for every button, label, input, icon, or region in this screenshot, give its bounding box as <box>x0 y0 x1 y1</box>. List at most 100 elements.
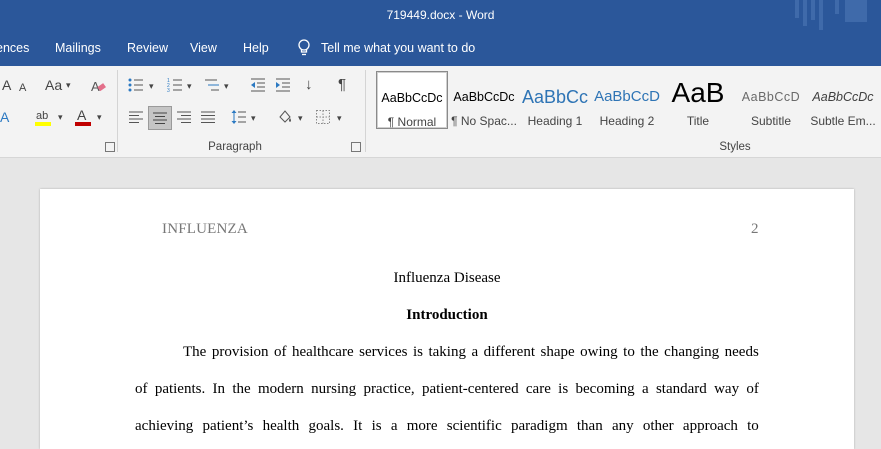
tell-me-search[interactable]: Tell me what you want to do <box>297 39 475 57</box>
chevron-down-icon[interactable]: ▾ <box>337 110 342 126</box>
align-center-button[interactable] <box>148 106 172 130</box>
word: than <box>576 418 603 434</box>
svg-text:A: A <box>77 107 87 123</box>
svg-text:ab: ab <box>36 110 48 122</box>
line-spacing-icon[interactable] <box>231 109 247 125</box>
style-subtitle[interactable]: AaBbCcD Subtitle <box>736 71 806 128</box>
svg-text:3: 3 <box>167 88 170 93</box>
word: any <box>611 418 634 434</box>
font-color-icon[interactable]: A <box>74 107 94 127</box>
word: health <box>262 418 300 434</box>
section-heading: Introduction <box>406 307 488 323</box>
chevron-down-icon[interactable]: ▾ <box>66 77 71 93</box>
word: more <box>406 418 438 434</box>
align-right-icon[interactable] <box>176 109 192 125</box>
style-name: Heading 2 <box>599 114 655 128</box>
word: It <box>353 418 363 434</box>
tab-references[interactable]: ences <box>0 41 29 55</box>
word: approach <box>682 418 738 434</box>
tab-help[interactable]: Help <box>243 41 269 55</box>
word: different <box>483 344 535 360</box>
word: The <box>183 344 207 360</box>
word: a <box>641 381 649 397</box>
paragraph-dialog-launcher[interactable] <box>351 142 361 152</box>
word: a <box>471 344 479 360</box>
running-header: INFLUENZA <box>162 221 248 237</box>
align-left-icon[interactable] <box>128 109 144 125</box>
style-sample: AaBbCcD <box>741 90 801 104</box>
body-line: of patients. In the modern nursing practice, pa… <box>135 381 759 398</box>
text-effects-icon[interactable]: A <box>0 109 9 125</box>
show-marks-icon[interactable]: ¶ <box>338 77 346 93</box>
document-canvas[interactable]: INFLUENZA 2 Influenza Disease Introducti… <box>0 158 881 449</box>
bullets-icon[interactable] <box>128 77 144 93</box>
grow-font-icon[interactable]: A <box>2 77 11 93</box>
word: is <box>371 418 382 434</box>
style-sample: AaBbCcDc <box>812 90 874 104</box>
word: changing <box>664 344 720 360</box>
multilevel-list-icon[interactable] <box>204 77 220 93</box>
word: In <box>212 381 226 397</box>
word: a <box>390 418 398 434</box>
shrink-font-icon[interactable]: A <box>19 80 26 96</box>
style-title[interactable]: AaB Title <box>663 71 733 128</box>
chevron-down-icon[interactable]: ▾ <box>149 78 154 94</box>
word: the <box>640 344 659 360</box>
word: paradigm <box>511 418 568 434</box>
style-sample: AaB <box>671 77 725 108</box>
style-heading-2[interactable]: AaBbCcD Heading 2 <box>592 71 662 128</box>
style-sample: AaBbCc <box>521 87 589 107</box>
word: services <box>359 344 408 360</box>
style-no-spacing[interactable]: AaBbCcDc ¶ No Spac... <box>449 71 519 128</box>
group-separator <box>117 70 118 152</box>
chevron-down-icon[interactable]: ▾ <box>224 78 229 94</box>
ribbon: A A Aa ▾ A A ab ▾ A ▾ ▾ 123 ▾ ▾ ↓ ¶ ▾ ▾ … <box>0 66 881 158</box>
style-name: ¶ Normal <box>387 115 437 129</box>
borders-icon[interactable] <box>315 109 331 125</box>
style-normal[interactable]: AaBbCcDc ¶ Normal <box>376 71 448 129</box>
word: shape <box>540 344 575 360</box>
chevron-down-icon[interactable]: ▾ <box>58 109 63 125</box>
change-case-icon[interactable]: Aa <box>45 77 62 93</box>
word: standard <box>655 381 707 397</box>
sort-icon[interactable]: ↓ <box>305 77 313 93</box>
decrease-indent-icon[interactable] <box>250 77 266 93</box>
word: way <box>714 381 740 397</box>
word: the <box>232 381 251 397</box>
justify-icon[interactable] <box>200 109 216 125</box>
style-name: Subtle Em... <box>810 114 876 128</box>
style-name: ¶ No Spac... <box>451 114 517 128</box>
document-page[interactable]: INFLUENZA 2 Influenza Disease Introducti… <box>40 189 854 449</box>
word: owing <box>580 344 618 360</box>
tab-view[interactable]: View <box>190 41 217 55</box>
chevron-down-icon[interactable]: ▾ <box>298 110 303 126</box>
window-title: 719449.docx - Word <box>386 8 495 22</box>
highlight-icon[interactable]: ab <box>34 107 54 127</box>
style-heading-1[interactable]: AaBbCc Heading 1 <box>520 71 590 128</box>
font-dialog-launcher[interactable] <box>105 142 115 152</box>
word: achieving <box>135 418 194 434</box>
chevron-down-icon[interactable]: ▾ <box>97 109 102 125</box>
shading-icon[interactable] <box>276 108 294 126</box>
numbering-icon[interactable]: 123 <box>167 77 183 93</box>
word: care <box>525 381 551 397</box>
lightbulb-icon <box>298 39 310 56</box>
increase-indent-icon[interactable] <box>275 77 291 93</box>
chevron-down-icon[interactable]: ▾ <box>187 78 192 94</box>
word: provision <box>211 344 269 360</box>
styles-group-label: Styles <box>719 141 751 153</box>
word: needs <box>724 344 759 360</box>
page-number: 2 <box>751 221 759 237</box>
paragraph-group-label: Paragraph <box>208 141 262 153</box>
word: taking <box>428 344 466 360</box>
word: practice, <box>363 381 415 397</box>
style-subtle-emphasis[interactable]: AaBbCcDc Subtle Em... <box>808 71 878 128</box>
tab-review[interactable]: Review <box>127 41 168 55</box>
style-name: Subtitle <box>750 114 792 128</box>
style-sample: AaBbCcD <box>594 88 660 105</box>
clear-formatting-icon[interactable]: A <box>90 78 106 94</box>
title-bar: 719449.docx - Word <box>0 0 881 32</box>
tab-mailings[interactable]: Mailings <box>55 41 101 55</box>
word: to <box>623 344 635 360</box>
chevron-down-icon[interactable]: ▾ <box>251 110 256 126</box>
